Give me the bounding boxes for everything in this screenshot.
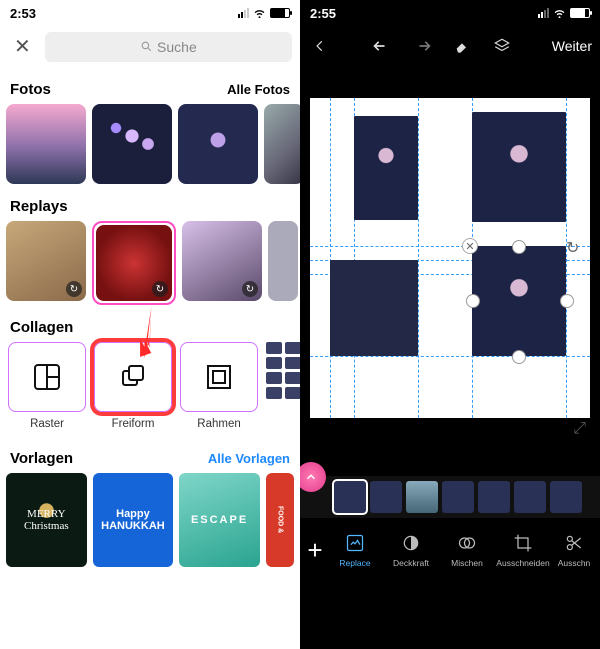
templates-strip: MERRY Christmas Happy HANUKKAH ESCAPE FO… xyxy=(0,473,300,567)
editor-canvas[interactable]: ✕ ↻ ⤢ xyxy=(310,98,590,418)
tool-crop[interactable]: Ausschneiden xyxy=(496,532,550,568)
all-templates-link[interactable]: Alle Vorlagen xyxy=(208,451,290,466)
redo-icon[interactable] xyxy=(410,34,434,58)
resize-handle-icon[interactable] xyxy=(466,294,480,308)
resize-handle-icon[interactable] xyxy=(560,294,574,308)
strip-thumb[interactable] xyxy=(406,481,438,513)
template-card[interactable]: Happy HANUKKAH xyxy=(93,473,174,567)
collage-option-frame[interactable] xyxy=(180,342,258,412)
template-card[interactable]: ESCAPE xyxy=(179,473,260,567)
placed-image[interactable] xyxy=(330,260,418,356)
replay-thumb[interactable]: ↻ xyxy=(182,221,262,301)
collage-option-freeform[interactable] xyxy=(94,342,172,412)
freeform-icon xyxy=(118,362,148,392)
strip-thumb[interactable] xyxy=(514,481,546,513)
replay-thumb[interactable]: ↻ xyxy=(6,221,86,301)
strip-thumb[interactable] xyxy=(370,481,402,513)
replay-badge-icon: ↻ xyxy=(152,281,168,297)
grid-icon xyxy=(32,362,62,392)
section-title-replays: Replays xyxy=(10,198,68,215)
eraser-icon[interactable] xyxy=(450,34,474,58)
photo-thumb[interactable] xyxy=(92,104,172,184)
collage-label: Raster xyxy=(30,418,64,430)
placed-image-selected[interactable] xyxy=(472,246,566,356)
status-bar-right: 2:55 xyxy=(300,0,600,26)
scissors-icon xyxy=(563,532,585,554)
replay-badge-icon: ↻ xyxy=(242,281,258,297)
delete-image-icon[interactable]: ✕ xyxy=(462,238,478,254)
expand-icon[interactable]: ⤢ xyxy=(573,420,586,438)
collage-label: Rahmen xyxy=(197,418,240,430)
battery-icon xyxy=(570,8,590,18)
editor-toolbar: Weiter xyxy=(300,26,600,66)
collage-more-preview[interactable] xyxy=(266,342,300,399)
next-button[interactable]: Weiter xyxy=(552,38,592,54)
blend-icon xyxy=(456,532,478,554)
section-title-vorlagen: Vorlagen xyxy=(10,450,73,467)
tool-opacity[interactable]: Deckkraft xyxy=(384,532,438,568)
back-icon[interactable] xyxy=(308,34,332,58)
bottom-toolbar: + Replace Deckkraft Mischen Ausschneiden… xyxy=(300,518,600,582)
rotate-icon[interactable]: ↻ xyxy=(566,238,582,254)
tool-cutout[interactable]: Ausschn xyxy=(552,532,596,568)
photo-thumb[interactable] xyxy=(178,104,258,184)
strip-thumb[interactable] xyxy=(334,481,366,513)
crop-icon xyxy=(512,532,534,554)
search-icon xyxy=(140,40,153,53)
collage-label: Freiform xyxy=(112,418,155,430)
search-placeholder: Suche xyxy=(157,39,197,55)
replace-icon xyxy=(344,532,366,554)
photo-thumb[interactable] xyxy=(6,104,86,184)
status-bar-left: 2:53 xyxy=(0,0,300,26)
replay-badge-icon: ↻ xyxy=(66,281,82,297)
add-button[interactable]: + xyxy=(304,535,326,566)
strip-thumb[interactable] xyxy=(550,481,582,513)
wifi-icon xyxy=(553,8,566,18)
placed-image[interactable] xyxy=(354,116,418,220)
photo-thumb[interactable] xyxy=(264,104,300,184)
fab-up-icon[interactable] xyxy=(300,462,326,492)
placed-image[interactable] xyxy=(472,112,566,222)
photos-strip xyxy=(0,104,300,184)
replay-thumb[interactable] xyxy=(268,221,298,301)
strip-thumb[interactable] xyxy=(478,481,510,513)
resize-handle-icon[interactable] xyxy=(512,240,526,254)
signal-icon xyxy=(538,8,549,18)
clock: 2:55 xyxy=(310,6,336,21)
strip-thumb[interactable] xyxy=(442,481,474,513)
image-thumb-strip xyxy=(300,476,600,518)
all-photos-link[interactable]: Alle Fotos xyxy=(227,82,290,97)
layers-icon[interactable] xyxy=(490,34,514,58)
tool-replace[interactable]: Replace xyxy=(328,532,382,568)
replays-strip: ↻ ↻ ↻ xyxy=(0,221,300,305)
collage-row: Raster Freiform Rahmen xyxy=(0,342,300,430)
search-input[interactable]: Suche xyxy=(45,32,292,62)
undo-icon[interactable] xyxy=(370,34,394,58)
tool-blend[interactable]: Mischen xyxy=(440,532,494,568)
resize-handle-icon[interactable] xyxy=(512,350,526,364)
opacity-icon xyxy=(400,532,422,554)
frame-icon xyxy=(204,362,234,392)
collage-option-grid[interactable] xyxy=(8,342,86,412)
template-card[interactable]: FOOD & xyxy=(266,473,294,567)
wifi-icon xyxy=(253,8,266,18)
clock: 2:53 xyxy=(10,6,36,21)
template-card[interactable]: MERRY Christmas xyxy=(6,473,87,567)
signal-icon xyxy=(238,8,249,18)
section-title-fotos: Fotos xyxy=(10,81,51,98)
replay-thumb-selected[interactable]: ↻ xyxy=(92,221,176,305)
battery-icon xyxy=(270,8,290,18)
close-icon[interactable]: ✕ xyxy=(8,30,37,63)
section-title-collagen: Collagen xyxy=(10,319,73,336)
